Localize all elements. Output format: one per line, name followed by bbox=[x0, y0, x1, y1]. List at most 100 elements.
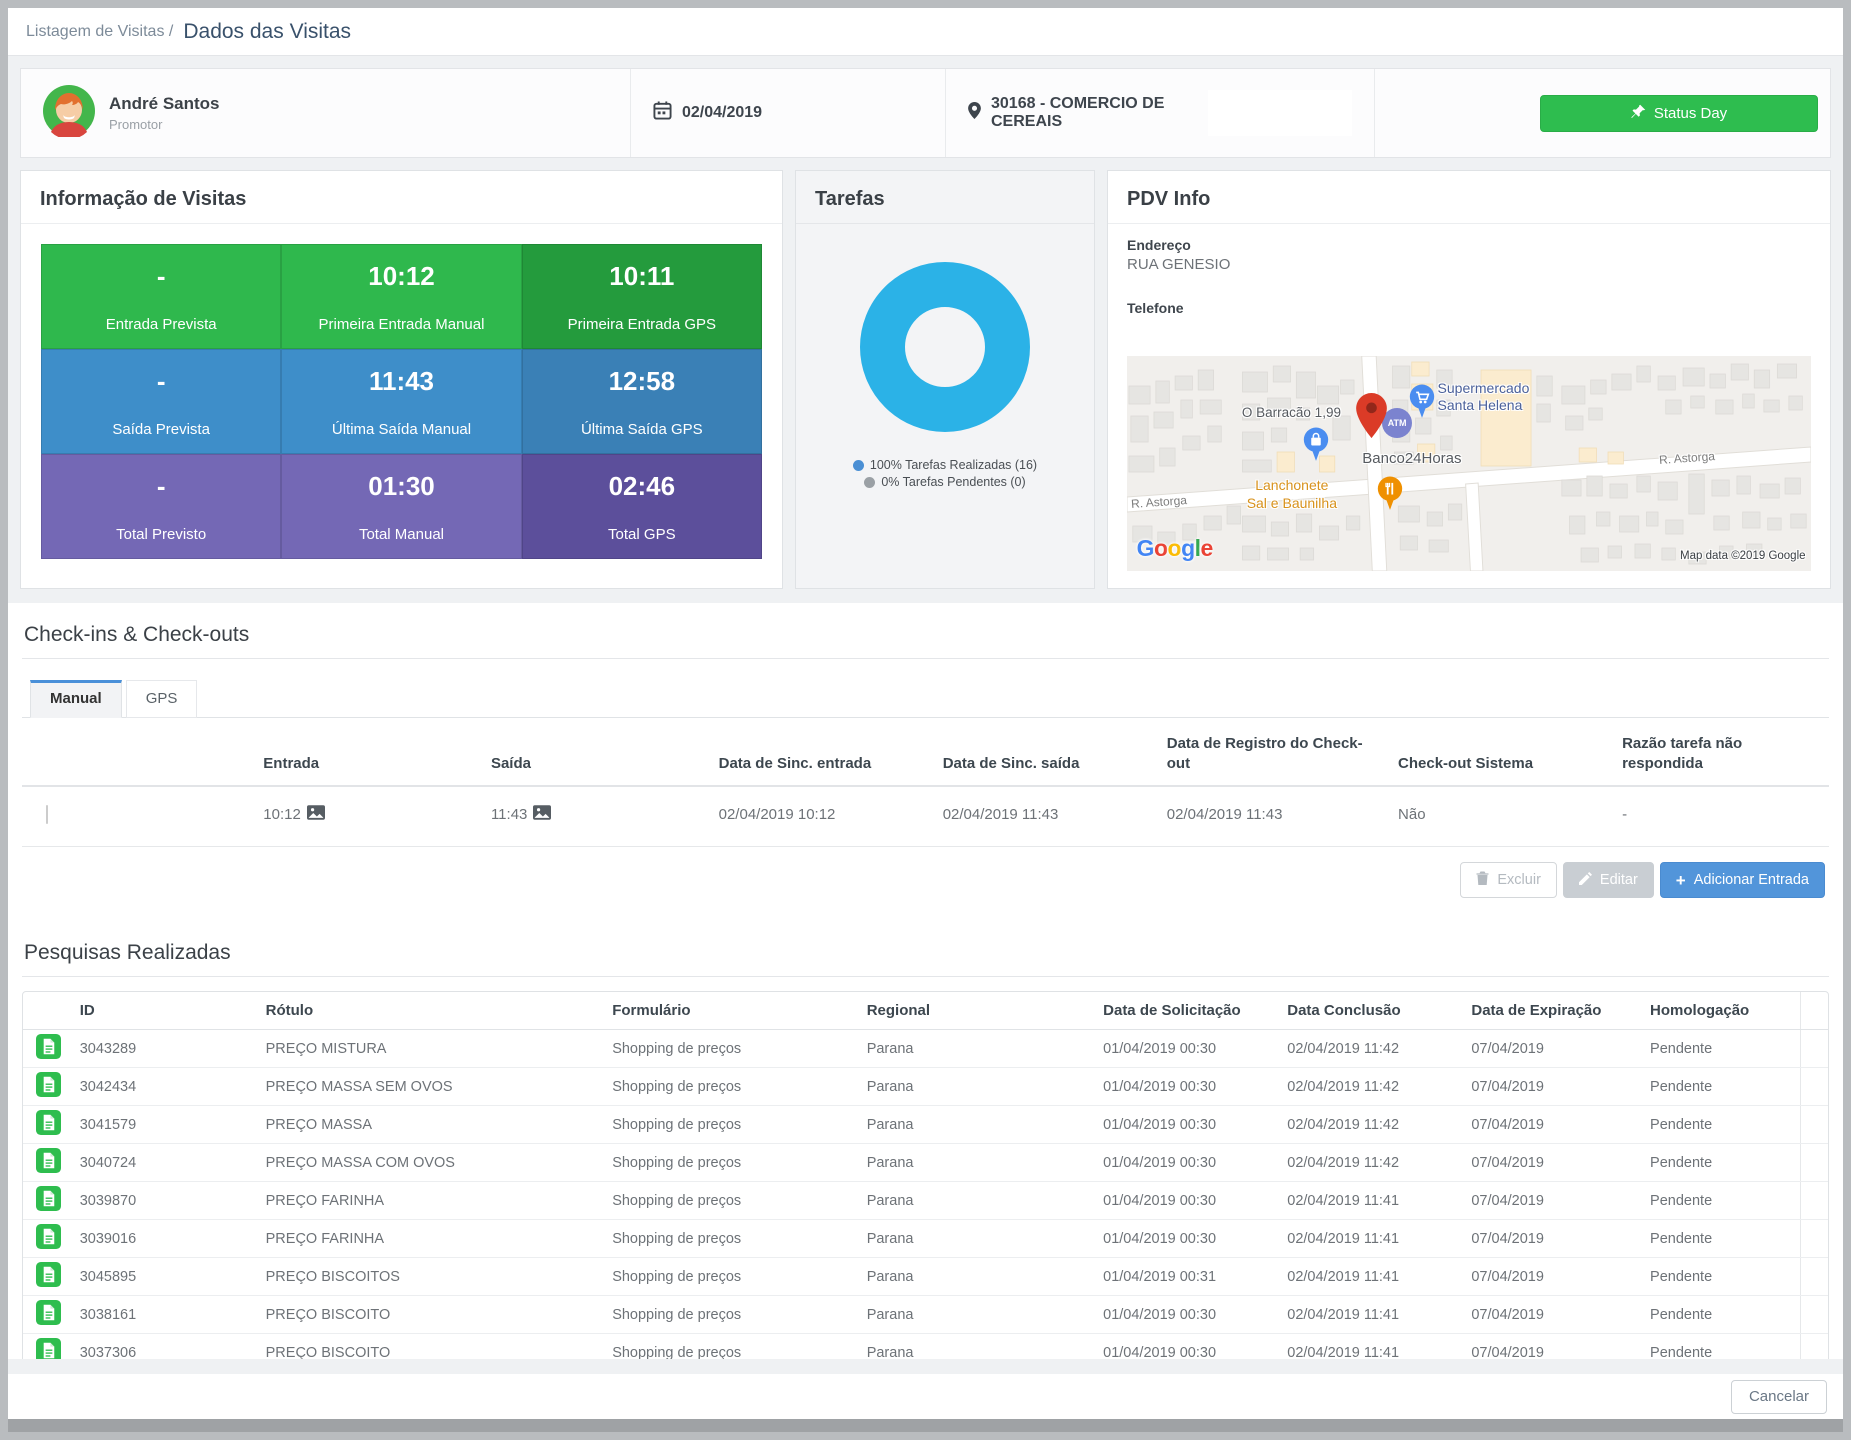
adicionar-entrada-button[interactable]: + Adicionar Entrada bbox=[1660, 862, 1825, 898]
survey-data-expiracao: 07/04/2019 bbox=[1463, 1144, 1642, 1182]
razao-value: - bbox=[1612, 786, 1829, 847]
survey-formulario: Shopping de preços bbox=[604, 1334, 859, 1360]
location-segment: 30168 - COMERCIO DE CEREAIS bbox=[946, 69, 1375, 157]
status-segment: Status Day bbox=[1375, 69, 1830, 157]
survey-data-solicitacao: 01/04/2019 00:31 bbox=[1095, 1258, 1279, 1296]
photo-thumbnail-icon[interactable] bbox=[307, 805, 325, 824]
tile-value: 02:46 bbox=[609, 471, 676, 502]
survey-doc-icon[interactable] bbox=[36, 1148, 61, 1173]
survey-id: 3043289 bbox=[72, 1030, 258, 1068]
shopping-cart-pin-icon bbox=[1409, 384, 1435, 425]
survey-data-conclusao: 02/04/2019 11:42 bbox=[1279, 1144, 1463, 1182]
excluir-button[interactable]: Excluir bbox=[1460, 862, 1557, 898]
visit-tile: 10:12 Primeira Entrada Manual bbox=[281, 244, 521, 349]
tab-gps[interactable]: GPS bbox=[126, 680, 198, 718]
filler-cell bbox=[1801, 1220, 1828, 1258]
visit-header-card: André Santos Promotor 02/ bbox=[20, 68, 1831, 158]
survey-regional: Parana bbox=[859, 1258, 1095, 1296]
tile-value: 01:30 bbox=[368, 471, 435, 502]
pushpin-icon bbox=[1631, 104, 1646, 123]
visit-tile: 02:46 Total GPS bbox=[522, 454, 762, 559]
visit-date: 02/04/2019 bbox=[682, 104, 762, 122]
survey-doc-icon[interactable] bbox=[36, 1224, 61, 1249]
survey-regional: Parana bbox=[859, 1182, 1095, 1220]
map-label-lanchonete: Lanchonete Sal e Baunilha bbox=[1247, 477, 1337, 511]
col-checkout-sistema: Check-out Sistema bbox=[1388, 718, 1612, 786]
visit-date-field[interactable]: 02/04/2019 bbox=[653, 101, 762, 125]
tile-value: - bbox=[157, 261, 166, 292]
survey-rotulo: PREÇO BISCOITO bbox=[258, 1334, 605, 1360]
survey-formulario: Shopping de preços bbox=[604, 1144, 859, 1182]
survey-homologacao: Pendente bbox=[1642, 1220, 1801, 1258]
survey-data-expiracao: 07/04/2019 bbox=[1463, 1068, 1642, 1106]
survey-homologacao: Pendente bbox=[1642, 1296, 1801, 1334]
survey-formulario: Shopping de preços bbox=[604, 1106, 859, 1144]
survey-rotulo: PREÇO MISTURA bbox=[258, 1030, 605, 1068]
survey-doc-icon[interactable] bbox=[36, 1186, 61, 1211]
survey-doc-icon[interactable] bbox=[36, 1262, 61, 1287]
survey-id: 3039870 bbox=[72, 1182, 258, 1220]
survey-doc-icon[interactable] bbox=[36, 1110, 61, 1135]
legend-dot-done bbox=[853, 460, 864, 471]
survey-rotulo: PREÇO FARINHA bbox=[258, 1182, 605, 1220]
visit-info-title: Informação de Visitas bbox=[21, 171, 782, 224]
editar-button[interactable]: Editar bbox=[1563, 862, 1654, 898]
checkins-row: 10:12 11:43 bbox=[22, 786, 1829, 847]
google-map[interactable]: O Barracão 1,99 Supermercado Santa Helen… bbox=[1127, 356, 1811, 571]
date-segment: 02/04/2019 bbox=[631, 69, 946, 157]
filler-cell bbox=[1801, 1182, 1828, 1220]
breadcrumb-parent-link[interactable]: Listagem de Visitas / bbox=[26, 23, 173, 41]
page-frame: Listagem de Visitas / Dados das Visitas … bbox=[0, 0, 1851, 1440]
col-data-solicitacao: Data de Solicitação bbox=[1095, 992, 1279, 1030]
survey-doc-icon[interactable] bbox=[36, 1338, 61, 1359]
survey-data-solicitacao: 01/04/2019 00:30 bbox=[1095, 1106, 1279, 1144]
tile-label: Total Manual bbox=[359, 526, 444, 543]
photo-thumbnail-icon[interactable] bbox=[533, 805, 551, 824]
main-content: Check-ins & Check-outs Manual GPS Entrad… bbox=[8, 603, 1843, 1359]
survey-row: 3039870 PREÇO FARINHA Shopping de preços… bbox=[23, 1182, 1828, 1220]
tile-label: Total Previsto bbox=[116, 526, 206, 543]
survey-row: 3038161 PREÇO BISCOITO Shopping de preço… bbox=[23, 1296, 1828, 1334]
pencil-icon bbox=[1579, 872, 1592, 889]
survey-formulario: Shopping de preços bbox=[604, 1068, 859, 1106]
visit-tile: 01:30 Total Manual bbox=[281, 454, 521, 559]
visit-tile: - Saída Prevista bbox=[41, 349, 281, 454]
location-input-highlight bbox=[1208, 90, 1352, 136]
tile-label: Entrada Prevista bbox=[106, 316, 217, 333]
checkout-sistema-value: Não bbox=[1388, 786, 1612, 847]
map-label-banco24horas: Banco24Horas bbox=[1362, 450, 1461, 468]
row-checkbox[interactable] bbox=[46, 805, 48, 824]
cancel-button[interactable]: Cancelar bbox=[1731, 1380, 1827, 1414]
col-homologacao: Homologação bbox=[1642, 992, 1801, 1030]
survey-doc-icon[interactable] bbox=[36, 1300, 61, 1325]
survey-homologacao: Pendente bbox=[1642, 1334, 1801, 1360]
survey-data-expiracao: 07/04/2019 bbox=[1463, 1182, 1642, 1220]
survey-data-expiracao: 07/04/2019 bbox=[1463, 1220, 1642, 1258]
pdv-location-field[interactable]: 30168 - COMERCIO DE CEREAIS bbox=[968, 95, 1202, 131]
address-value: RUA GENESIO bbox=[1127, 256, 1811, 273]
map-label-barracao: O Barracão 1,99 bbox=[1242, 405, 1341, 421]
tasks-title: Tarefas bbox=[796, 171, 1094, 224]
entrada-value: 10:12 bbox=[263, 806, 301, 823]
legend-done-label: 100% Tarefas Realizadas (16) bbox=[870, 458, 1037, 472]
survey-homologacao: Pendente bbox=[1642, 1144, 1801, 1182]
survey-doc-icon[interactable] bbox=[36, 1034, 61, 1059]
tasks-panel: Tarefas 100% Tarefas Realizadas (16) 0% … bbox=[795, 170, 1095, 589]
footer-bar: Cancelar bbox=[8, 1374, 1843, 1419]
phone-label: Telefone bbox=[1127, 300, 1811, 316]
trash-icon bbox=[1476, 871, 1489, 889]
survey-id: 3045895 bbox=[72, 1258, 258, 1296]
status-day-button[interactable]: Status Day bbox=[1540, 95, 1818, 132]
survey-doc-icon[interactable] bbox=[36, 1072, 61, 1097]
map-pin-icon bbox=[968, 102, 981, 124]
surveys-section-title: Pesquisas Realizadas bbox=[22, 917, 1829, 977]
survey-formulario: Shopping de preços bbox=[604, 1182, 859, 1220]
survey-row: 3042434 PREÇO MASSA SEM OVOS Shopping de… bbox=[23, 1068, 1828, 1106]
filler-cell bbox=[1801, 1030, 1828, 1068]
visit-info-tiles: - Entrada Prevista 10:12 Primeira Entrad… bbox=[41, 244, 762, 559]
tab-manual[interactable]: Manual bbox=[30, 680, 122, 718]
checkbox-column-header bbox=[22, 718, 253, 786]
survey-data-conclusao: 02/04/2019 11:41 bbox=[1279, 1220, 1463, 1258]
col-rotulo: Rótulo bbox=[258, 992, 605, 1030]
survey-formulario: Shopping de preços bbox=[604, 1220, 859, 1258]
